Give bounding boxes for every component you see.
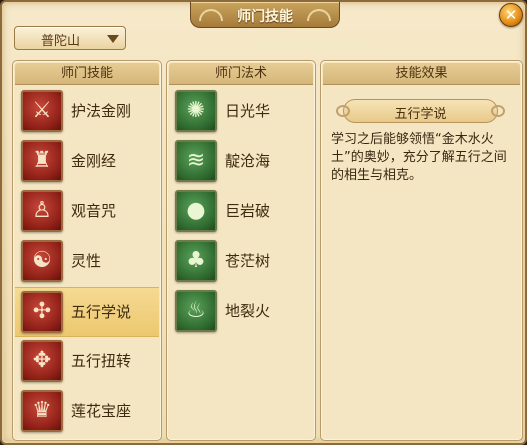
effect-title: 五行学说 xyxy=(394,107,447,122)
school-spells-panel: 师门法术 ✺ 日光华 ≋ 靛沧海 ● 巨岩破 ♣ 苍茫树 ♨ 地裂火 xyxy=(166,60,316,441)
lotus-throne-icon: ♛ xyxy=(21,390,63,432)
school-spells-header: 师门法术 xyxy=(169,63,313,85)
skill-item-guanyin[interactable]: ♙ 观音咒 xyxy=(15,187,159,237)
tree-icon: ♣ xyxy=(175,240,217,282)
ornament-icon xyxy=(491,105,505,117)
school-skills-header: 师门技能 xyxy=(15,63,159,85)
skill-label: 灵性 xyxy=(71,252,102,270)
skill-item-five-elements[interactable]: ✣ 五行学说 xyxy=(15,287,159,337)
spell-label: 巨岩破 xyxy=(225,202,271,220)
five-elements-icon: ✣ xyxy=(21,291,63,333)
spell-label: 苍茫树 xyxy=(225,252,271,270)
scripture-icon: ♜ xyxy=(21,140,63,182)
guardian-icon: ⚔ xyxy=(21,90,63,132)
close-icon[interactable]: ✕ xyxy=(499,3,523,27)
skill-item-lotus-throne[interactable]: ♛ 莲花宝座 xyxy=(15,387,159,437)
effect-description: 学习之后能够领悟“金木水火土”的奥妙，充分了解五行之间的相生与相克。 xyxy=(331,132,507,183)
school-select-value: 普陀山 xyxy=(41,34,81,49)
guanyin-icon: ♙ xyxy=(21,190,63,232)
skill-label: 莲花宝座 xyxy=(71,402,132,420)
spell-item-tree[interactable]: ♣ 苍茫树 xyxy=(169,237,313,287)
spirit-head-icon: ☯ xyxy=(21,240,63,282)
skill-effect-panel: 技能效果 五行学说 学习之后能够领悟“金木水火土”的奥妙，充分了解五行之间的相生… xyxy=(320,60,523,441)
skill-item-guardian[interactable]: ⚔ 护法金刚 xyxy=(15,87,159,137)
spell-item-boulder[interactable]: ● 巨岩破 xyxy=(169,187,313,237)
spell-item-sunlight[interactable]: ✺ 日光华 xyxy=(169,87,313,137)
fire-icon: ♨ xyxy=(175,290,217,332)
five-elements-twist-icon: ✥ xyxy=(21,340,63,382)
skill-label: 护法金刚 xyxy=(71,102,132,120)
chevron-down-icon xyxy=(107,35,119,43)
skill-item-scripture[interactable]: ♜ 金刚经 xyxy=(15,137,159,187)
skill-label: 五行学说 xyxy=(71,303,132,321)
window-title-tab: 师门技能 xyxy=(190,2,340,28)
ocean-wave-icon: ≋ xyxy=(175,140,217,182)
skill-label: 五行扭转 xyxy=(71,352,132,370)
spell-item-fire[interactable]: ♨ 地裂火 xyxy=(169,287,313,337)
skill-label: 观音咒 xyxy=(71,202,117,220)
boulder-icon: ● xyxy=(175,190,217,232)
spell-item-ocean[interactable]: ≋ 靛沧海 xyxy=(169,137,313,187)
skill-label: 金刚经 xyxy=(71,152,117,170)
school-select[interactable]: 普陀山 xyxy=(14,26,126,50)
skill-window: 师门技能 ✕ 普陀山 师门技能 ⚔ 护法金刚 ♜ 金刚经 ♙ 观音咒 ☯ 灵性 … xyxy=(0,0,527,445)
skill-item-five-elements-twist[interactable]: ✥ 五行扭转 xyxy=(15,337,159,387)
skill-item-spirit[interactable]: ☯ 灵性 xyxy=(15,237,159,287)
spell-label: 日光华 xyxy=(225,102,271,120)
sunlight-icon: ✺ xyxy=(175,90,217,132)
spell-label: 靛沧海 xyxy=(225,152,271,170)
school-skills-panel: 师门技能 ⚔ 护法金刚 ♜ 金刚经 ♙ 观音咒 ☯ 灵性 ✣ 五行学说 ✥ 五行… xyxy=(12,60,162,441)
effect-title-banner: 五行学说 xyxy=(336,99,505,123)
skill-effect-header: 技能效果 xyxy=(323,63,520,85)
spell-label: 地裂火 xyxy=(225,302,271,320)
